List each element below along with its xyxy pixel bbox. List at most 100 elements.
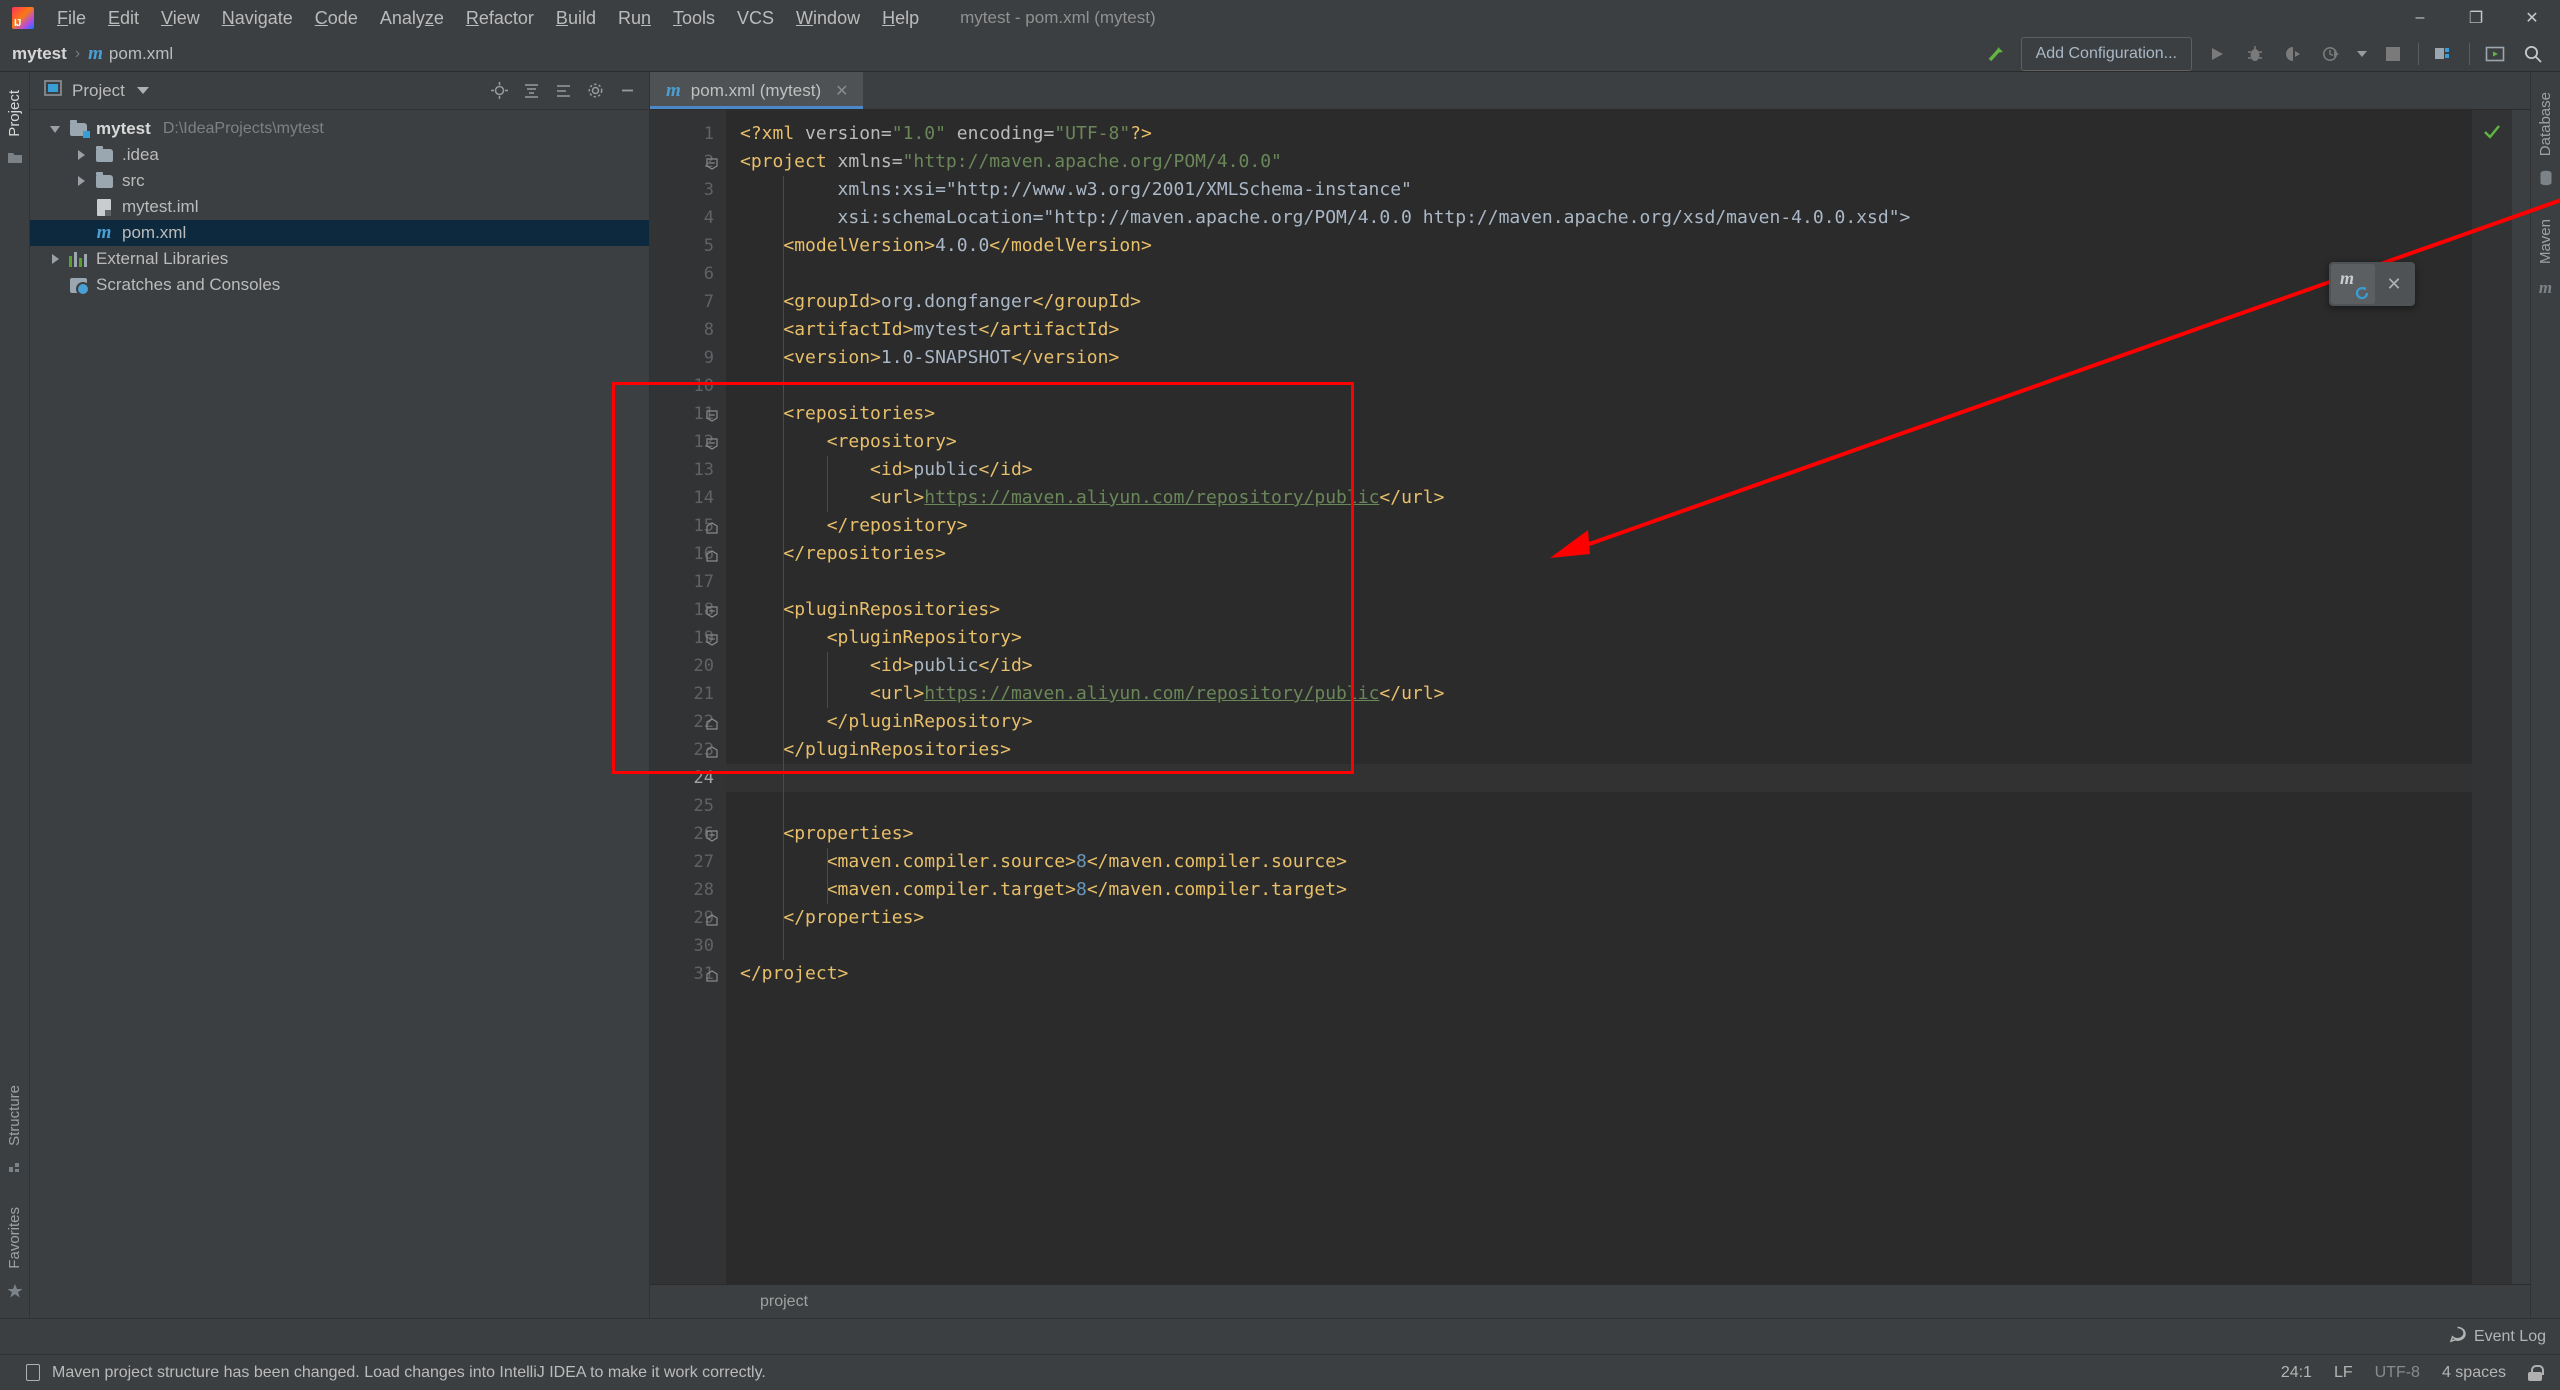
menu-item-code[interactable]: Code <box>304 3 369 33</box>
code-line[interactable]: xsi:schemaLocation="http://maven.apache.… <box>726 204 2472 232</box>
caret-position[interactable]: 24:1 <box>2281 1364 2312 1382</box>
fold-expand-icon[interactable] <box>706 605 718 618</box>
code-line[interactable]: <modelVersion>4.0.0</modelVersion> <box>726 232 2472 260</box>
editor-breadcrumb-project[interactable]: project <box>760 1293 808 1311</box>
code-line[interactable] <box>726 568 2472 596</box>
code-line[interactable]: </pluginRepository> <box>726 708 2472 736</box>
close-button[interactable]: ✕ <box>2504 0 2560 36</box>
breadcrumb-file[interactable]: pom.xml <box>109 44 173 64</box>
collapse-all-icon[interactable] <box>517 77 545 105</box>
menu-item-file[interactable]: File <box>46 3 97 33</box>
tree-node-mytest-iml[interactable]: mytest.iml <box>30 194 649 220</box>
code-line[interactable]: <properties> <box>726 820 2472 848</box>
tool-window-tab-project[interactable]: Project <box>2 80 27 147</box>
stop-icon[interactable] <box>2374 38 2412 70</box>
fold-expand-icon[interactable] <box>706 633 718 646</box>
chevron-down-icon[interactable] <box>2350 38 2374 70</box>
menu-item-help[interactable]: Help <box>871 3 930 33</box>
code-line[interactable] <box>726 260 2472 288</box>
tree-node-src[interactable]: src <box>30 168 649 194</box>
chevron-right-icon[interactable] <box>70 176 92 186</box>
tree-node-pom-xml[interactable]: m pom.xml <box>30 220 649 246</box>
menu-item-edit[interactable]: Edit <box>97 3 150 33</box>
fold-markers[interactable] <box>702 120 724 1294</box>
code-line[interactable] <box>726 372 2472 400</box>
code-line[interactable]: <id>public</id> <box>726 652 2472 680</box>
line-separator[interactable]: LF <box>2334 1364 2353 1382</box>
settings-gear-icon[interactable] <box>581 77 609 105</box>
tree-node-idea[interactable]: .idea <box>30 142 649 168</box>
run-icon[interactable] <box>2198 38 2236 70</box>
breadcrumb-project[interactable]: mytest <box>12 44 67 64</box>
indent-setting[interactable]: 4 spaces <box>2442 1364 2506 1382</box>
tree-node-scratches-and-consoles[interactable]: Scratches and Consoles <box>30 272 649 298</box>
minimize-button[interactable]: – <box>2392 0 2448 36</box>
editor-code-area[interactable]: <?xml version="1.0" encoding="UTF-8"?> <p… <box>726 110 2472 1284</box>
tree-node-mytest[interactable]: mytest D:\IdeaProjects\mytest <box>30 116 649 142</box>
code-editor[interactable]: 1 2 3 4 5 6 7 8 9 10 11 12 13 14 15 16 17 18 19 20 21 22 23 24 2… <box>612 110 2560 1284</box>
code-line[interactable]: <id>public</id> <box>726 456 2472 484</box>
updates-icon[interactable] <box>2476 38 2514 70</box>
hide-window-icon[interactable] <box>613 77 641 105</box>
chevron-right-icon[interactable] <box>70 150 92 160</box>
code-line[interactable]: <maven.compiler.source>8</maven.compiler… <box>726 848 2472 876</box>
add-configuration-button[interactable]: Add Configuration... <box>2020 36 2192 71</box>
run-with-coverage-icon[interactable] <box>2274 38 2312 70</box>
chevron-down-icon[interactable] <box>136 87 149 94</box>
code-line[interactable]: <project xmlns="http://maven.apache.org/… <box>726 148 2472 176</box>
code-line[interactable] <box>726 932 2472 960</box>
code-line[interactable]: </repositories> <box>726 540 2472 568</box>
code-line[interactable]: <repositories> <box>726 400 2472 428</box>
code-line[interactable]: </repository> <box>726 512 2472 540</box>
code-line[interactable]: <?xml version="1.0" encoding="UTF-8"?> <box>726 120 2472 148</box>
editor-scrollbar[interactable] <box>2512 110 2530 1284</box>
menu-item-build[interactable]: Build <box>545 3 607 33</box>
code-line[interactable]: <artifactId>mytest</artifactId> <box>726 316 2472 344</box>
menu-item-view[interactable]: View <box>150 3 211 33</box>
fold-end-icon[interactable] <box>706 549 718 562</box>
expand-icon[interactable] <box>549 77 577 105</box>
menu-item-analyze[interactable]: Analyze <box>369 3 455 33</box>
maximize-button[interactable]: ❐ <box>2448 0 2504 36</box>
code-line[interactable]: xmlns:xsi="http://www.w3.org/2001/XMLSch… <box>726 176 2472 204</box>
project-structure-icon[interactable] <box>2425 38 2463 70</box>
fold-expand-icon[interactable] <box>706 437 718 450</box>
menu-item-window[interactable]: Window <box>785 3 871 33</box>
tool-window-tab-database[interactable]: Database <box>2533 82 2558 166</box>
code-line[interactable]: <url>https://maven.aliyun.com/repository… <box>726 484 2472 512</box>
code-line[interactable]: <repository> <box>726 428 2472 456</box>
fold-end-icon[interactable] <box>706 913 718 926</box>
chevron-down-icon[interactable] <box>44 125 66 133</box>
locate-icon[interactable] <box>485 77 513 105</box>
code-line[interactable]: <version>1.0-SNAPSHOT</version> <box>726 344 2472 372</box>
close-icon[interactable]: ✕ <box>835 81 848 101</box>
fold-expand-icon[interactable] <box>706 409 718 422</box>
search-everywhere-icon[interactable] <box>2514 38 2552 70</box>
maven-reload-icon[interactable]: m <box>2331 264 2375 304</box>
code-line[interactable]: <groupId>org.dongfanger</groupId> <box>726 288 2472 316</box>
editor-gutter[interactable]: 1 2 3 4 5 6 7 8 9 10 11 12 13 14 15 16 17 18 19 20 21 22 23 24 2… <box>650 110 726 1284</box>
close-icon[interactable]: ✕ <box>2375 274 2413 295</box>
fold-expand-icon[interactable] <box>706 157 718 170</box>
file-encoding[interactable]: UTF-8 <box>2375 1364 2420 1382</box>
fold-end-icon[interactable] <box>706 521 718 534</box>
tool-window-tab-favorites[interactable]: Favorites <box>2 1197 27 1279</box>
tool-window-tab-structure[interactable]: Structure <box>2 1075 27 1156</box>
fold-expand-icon[interactable] <box>706 829 718 842</box>
event-log-button[interactable]: Event Log <box>2449 1326 2546 1348</box>
lock-open-icon[interactable] <box>2528 1364 2544 1381</box>
tool-window-tab-maven[interactable]: Maven <box>2533 209 2558 274</box>
editor-marker-bar[interactable] <box>2472 110 2512 1284</box>
fold-end-icon[interactable] <box>706 969 718 982</box>
code-line[interactable]: <url>https://maven.aliyun.com/repository… <box>726 680 2472 708</box>
fold-end-icon[interactable] <box>706 717 718 730</box>
code-line[interactable]: <pluginRepositories> <box>726 596 2472 624</box>
code-line[interactable] <box>726 792 2472 820</box>
build-hammer-icon[interactable] <box>1977 38 2015 70</box>
code-line[interactable]: </project> <box>726 960 2472 988</box>
code-line[interactable] <box>726 764 2472 792</box>
menu-item-vcs[interactable]: VCS <box>726 3 785 33</box>
debug-icon[interactable] <box>2236 38 2274 70</box>
code-line[interactable]: </properties> <box>726 904 2472 932</box>
profile-icon[interactable] <box>2312 38 2350 70</box>
